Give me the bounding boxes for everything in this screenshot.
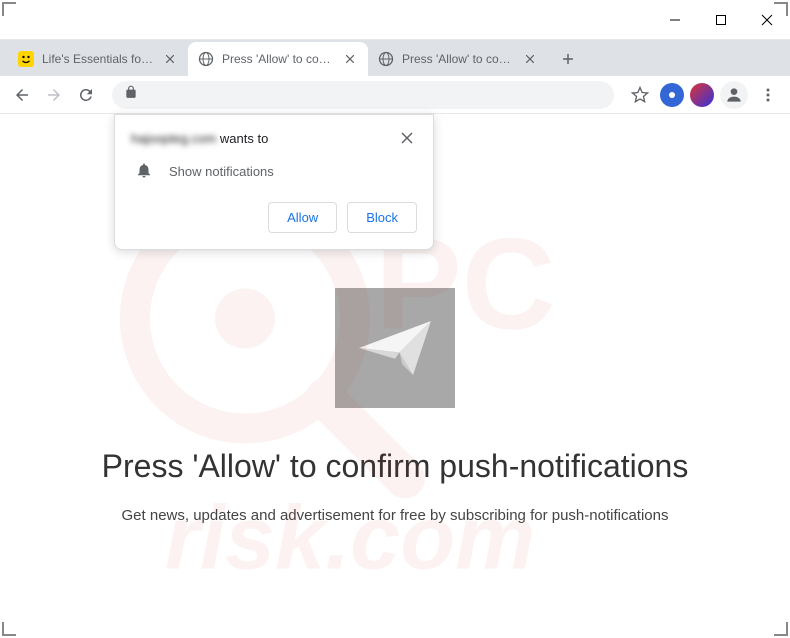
reload-button[interactable]	[72, 81, 100, 109]
page-content: PC risk.com hajoopteg.com wants to Show …	[0, 114, 790, 638]
new-tab-button[interactable]	[554, 45, 582, 73]
bell-icon	[135, 161, 153, 182]
svg-text:risk.com: risk.com	[165, 489, 535, 589]
tab-title: Press 'Allow' to confirm p…	[222, 52, 336, 66]
page-heading: Press 'Allow' to confirm push-notificati…	[102, 448, 689, 485]
corner-marker	[774, 622, 788, 636]
toolbar	[0, 76, 790, 114]
popup-site-name: hajoopteg.com	[131, 131, 216, 146]
tab-title: Life's Essentials for Effort…	[42, 52, 156, 66]
maximize-button[interactable]	[698, 0, 744, 40]
menu-button[interactable]	[754, 81, 782, 109]
close-tab-button[interactable]	[162, 51, 178, 67]
page-subtext: Get news, updates and advertisement for …	[122, 507, 669, 524]
smiley-icon	[18, 51, 34, 67]
back-button[interactable]	[8, 81, 36, 109]
tab-bar: Life's Essentials for Effort… Press 'All…	[0, 40, 790, 76]
profile-button[interactable]	[720, 81, 748, 109]
popup-title: hajoopteg.com wants to	[131, 131, 268, 146]
forward-button[interactable]	[40, 81, 68, 109]
close-popup-button[interactable]	[401, 131, 417, 147]
browser-tab[interactable]: Life's Essentials for Effort…	[8, 42, 188, 76]
close-tab-button[interactable]	[342, 51, 358, 67]
minimize-button[interactable]	[652, 0, 698, 40]
permission-label: Show notifications	[169, 164, 274, 179]
bookmark-star-icon[interactable]	[626, 81, 654, 109]
globe-icon	[378, 51, 394, 67]
extension-icon[interactable]	[690, 83, 714, 107]
browser-tab[interactable]: Press 'Allow' to confirm p…	[368, 42, 548, 76]
close-tab-button[interactable]	[522, 51, 538, 67]
block-button[interactable]: Block	[347, 202, 417, 233]
paper-plane-icon	[335, 288, 455, 408]
popup-wants-to: wants to	[220, 131, 268, 146]
corner-marker	[2, 2, 16, 16]
globe-icon	[198, 51, 214, 67]
lock-icon	[124, 85, 138, 104]
browser-tab[interactable]: Press 'Allow' to confirm p…	[188, 42, 368, 76]
address-bar[interactable]	[112, 81, 614, 109]
extension-icon[interactable]	[660, 83, 684, 107]
window-titlebar	[0, 0, 790, 40]
corner-marker	[2, 622, 16, 636]
allow-button[interactable]: Allow	[268, 202, 337, 233]
tab-title: Press 'Allow' to confirm p…	[402, 52, 516, 66]
corner-marker	[774, 2, 788, 16]
notification-permission-popup: hajoopteg.com wants to Show notification…	[114, 114, 434, 250]
